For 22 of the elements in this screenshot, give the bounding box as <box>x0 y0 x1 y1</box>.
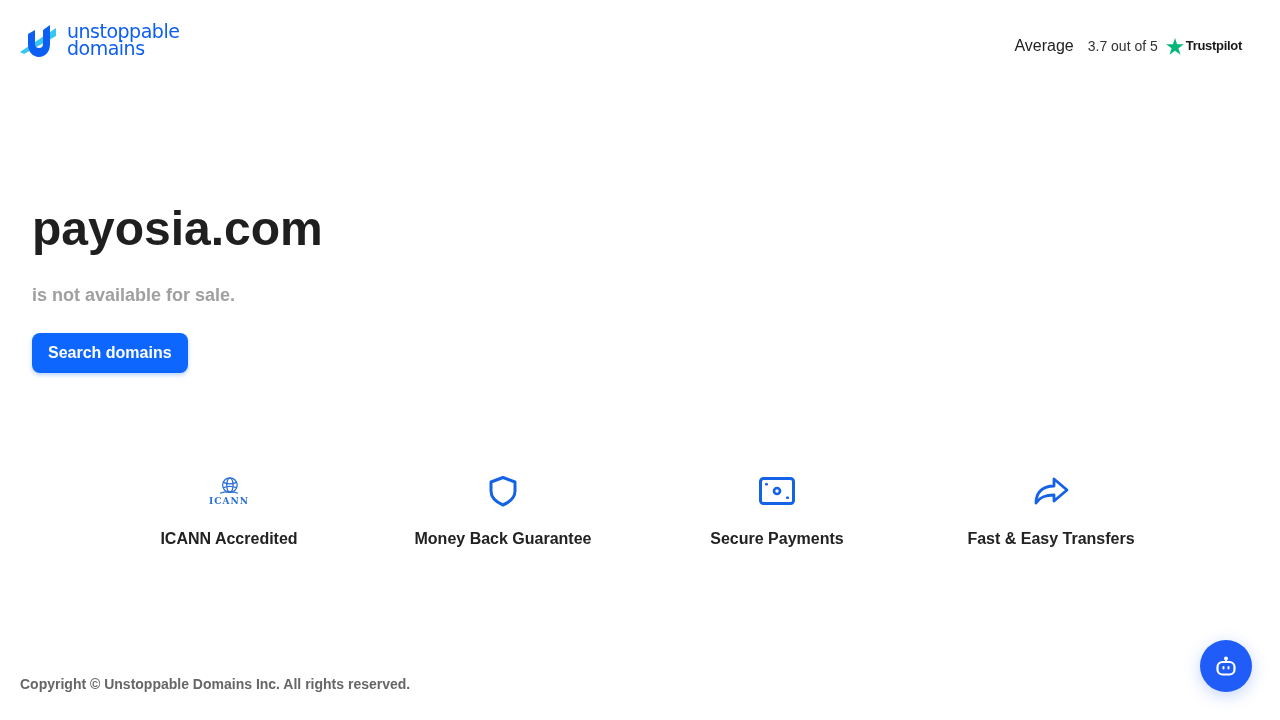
cash-icon <box>759 477 795 505</box>
logo-text: unstoppable <box>67 23 180 40</box>
icann-logo: ICANN <box>209 474 249 508</box>
feature-label: Money Back Guarantee <box>414 529 592 549</box>
availability-text: is not available for sale. <box>32 284 236 307</box>
logo[interactable]: unstoppable domains <box>18 22 180 58</box>
feature-label: Fast & Easy Transfers <box>967 529 1135 549</box>
feature-label: ICANN Accredited <box>160 529 298 549</box>
chat-bot-button[interactable] <box>1200 640 1252 692</box>
logo-mark-icon <box>18 22 58 58</box>
rating-score: 3.7 out of 5 <box>1087 36 1158 56</box>
trustpilot-logo[interactable]: Trustpilot <box>1185 36 1242 56</box>
logo-text: domains <box>67 40 145 57</box>
search-domains-button[interactable]: Search domains <box>32 333 188 373</box>
robot-icon <box>1216 656 1236 676</box>
star-icon <box>1165 37 1184 55</box>
copyright-text: Copyright © Unstoppable Domains Inc. All rights reserved. <box>20 676 411 692</box>
domain-name: payosia.com <box>32 201 323 257</box>
feature-label: Secure Payments <box>710 529 844 549</box>
rating-label: Average <box>1014 36 1074 56</box>
shield-icon <box>487 475 519 507</box>
forward-arrow-icon <box>1033 477 1069 505</box>
